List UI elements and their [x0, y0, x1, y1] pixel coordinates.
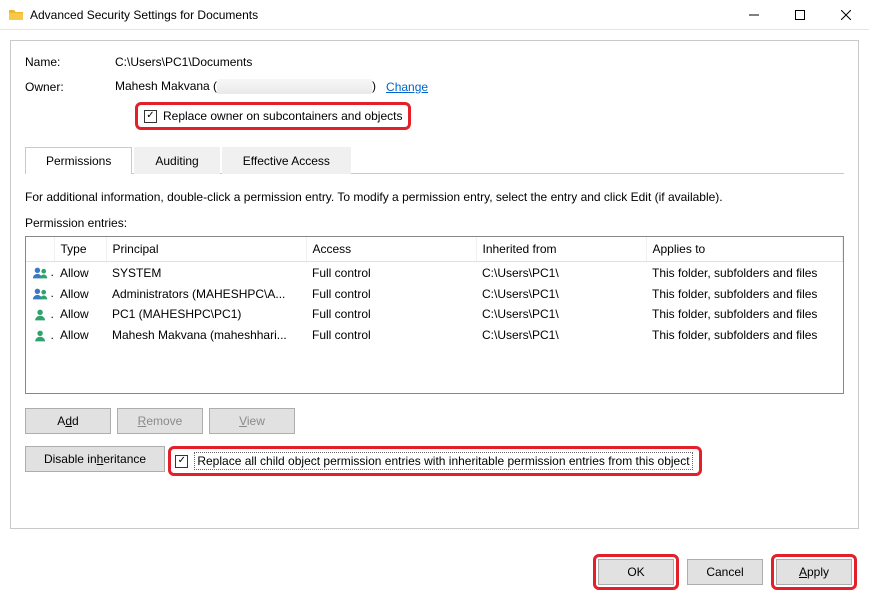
folder-icon: [8, 7, 24, 23]
ok-highlight: OK: [593, 554, 679, 590]
cell-principal: PC1 (MAHESHPC\PC1): [106, 304, 306, 325]
cell-principal: SYSTEM: [106, 262, 306, 283]
cell-access: Full control: [306, 325, 476, 346]
change-owner-link[interactable]: Change: [386, 80, 428, 94]
col-principal[interactable]: Principal: [106, 237, 306, 262]
owner-value: Mahesh Makvana (): [115, 79, 376, 94]
info-text: For additional information, double-click…: [25, 188, 844, 206]
disable-inheritance-button[interactable]: Disable inheritance: [25, 446, 165, 472]
permission-entries-table[interactable]: Type Principal Access Inherited from App…: [25, 236, 844, 394]
replace-child-label: Replace all child object permission entr…: [194, 452, 692, 470]
table-row[interactable]: AllowSYSTEMFull controlC:\Users\PC1\This…: [26, 262, 843, 283]
tabs-bar: Permissions Auditing Effective Access: [25, 146, 844, 174]
cell-principal: Mahesh Makvana (maheshhari...: [106, 325, 306, 346]
cell-inherited: C:\Users\PC1\: [476, 283, 646, 304]
cell-access: Full control: [306, 304, 476, 325]
table-row[interactable]: AllowMahesh Makvana (maheshhari...Full c…: [26, 325, 843, 346]
cell-principal: Administrators (MAHESHPC\A...: [106, 283, 306, 304]
remove-button: Remove: [117, 408, 203, 434]
replace-owner-checkbox[interactable]: ✓: [144, 110, 157, 123]
principal-icon: [26, 262, 54, 283]
cell-access: Full control: [306, 283, 476, 304]
cell-applies: This folder, subfolders and files: [646, 262, 843, 283]
close-button[interactable]: [823, 0, 869, 30]
tab-permissions[interactable]: Permissions: [25, 147, 132, 174]
view-button: View: [209, 408, 295, 434]
ok-button[interactable]: OK: [598, 559, 674, 585]
table-row[interactable]: AllowAdministrators (MAHESHPC\A...Full c…: [26, 283, 843, 304]
replace-owner-label: Replace owner on subcontainers and objec…: [163, 109, 402, 123]
main-panel: Name: C:\Users\PC1\Documents Owner: Mahe…: [10, 40, 859, 529]
replace-owner-highlight: ✓ Replace owner on subcontainers and obj…: [135, 102, 411, 130]
tab-effective-access[interactable]: Effective Access: [222, 147, 351, 174]
table-row[interactable]: AllowPC1 (MAHESHPC\PC1)Full controlC:\Us…: [26, 304, 843, 325]
replace-child-highlight: ✓ Replace all child object permission en…: [168, 446, 701, 476]
principal-icon: [26, 325, 54, 346]
add-button[interactable]: Add: [25, 408, 111, 434]
apply-button[interactable]: Apply: [776, 559, 852, 585]
owner-label: Owner:: [25, 80, 115, 94]
cell-applies: This folder, subfolders and files: [646, 283, 843, 304]
dialog-footer: OK Cancel Apply: [593, 554, 857, 590]
minimize-button[interactable]: [731, 0, 777, 30]
cell-inherited: C:\Users\PC1\: [476, 262, 646, 283]
name-value: C:\Users\PC1\Documents: [115, 55, 252, 69]
maximize-button[interactable]: [777, 0, 823, 30]
col-applies[interactable]: Applies to: [646, 237, 843, 262]
col-type[interactable]: Type: [54, 237, 106, 262]
principal-icon: [26, 283, 54, 304]
cell-type: Allow: [54, 325, 106, 346]
cancel-button[interactable]: Cancel: [687, 559, 763, 585]
cell-applies: This folder, subfolders and files: [646, 304, 843, 325]
cell-applies: This folder, subfolders and files: [646, 325, 843, 346]
tab-auditing[interactable]: Auditing: [134, 147, 219, 174]
principal-icon: [26, 304, 54, 325]
table-header-row: Type Principal Access Inherited from App…: [26, 237, 843, 262]
name-label: Name:: [25, 55, 115, 69]
col-inherited[interactable]: Inherited from: [476, 237, 646, 262]
replace-child-checkbox[interactable]: ✓: [175, 455, 188, 468]
cell-type: Allow: [54, 304, 106, 325]
entry-buttons-row: Add Remove View: [25, 408, 844, 434]
apply-highlight: Apply: [771, 554, 857, 590]
entries-label: Permission entries:: [25, 216, 844, 230]
cell-access: Full control: [306, 262, 476, 283]
cell-type: Allow: [54, 262, 106, 283]
cell-inherited: C:\Users\PC1\: [476, 325, 646, 346]
titlebar: Advanced Security Settings for Documents: [0, 0, 869, 30]
cell-inherited: C:\Users\PC1\: [476, 304, 646, 325]
col-access[interactable]: Access: [306, 237, 476, 262]
cell-type: Allow: [54, 283, 106, 304]
window-title: Advanced Security Settings for Documents: [30, 8, 258, 22]
owner-redacted: [217, 79, 372, 94]
